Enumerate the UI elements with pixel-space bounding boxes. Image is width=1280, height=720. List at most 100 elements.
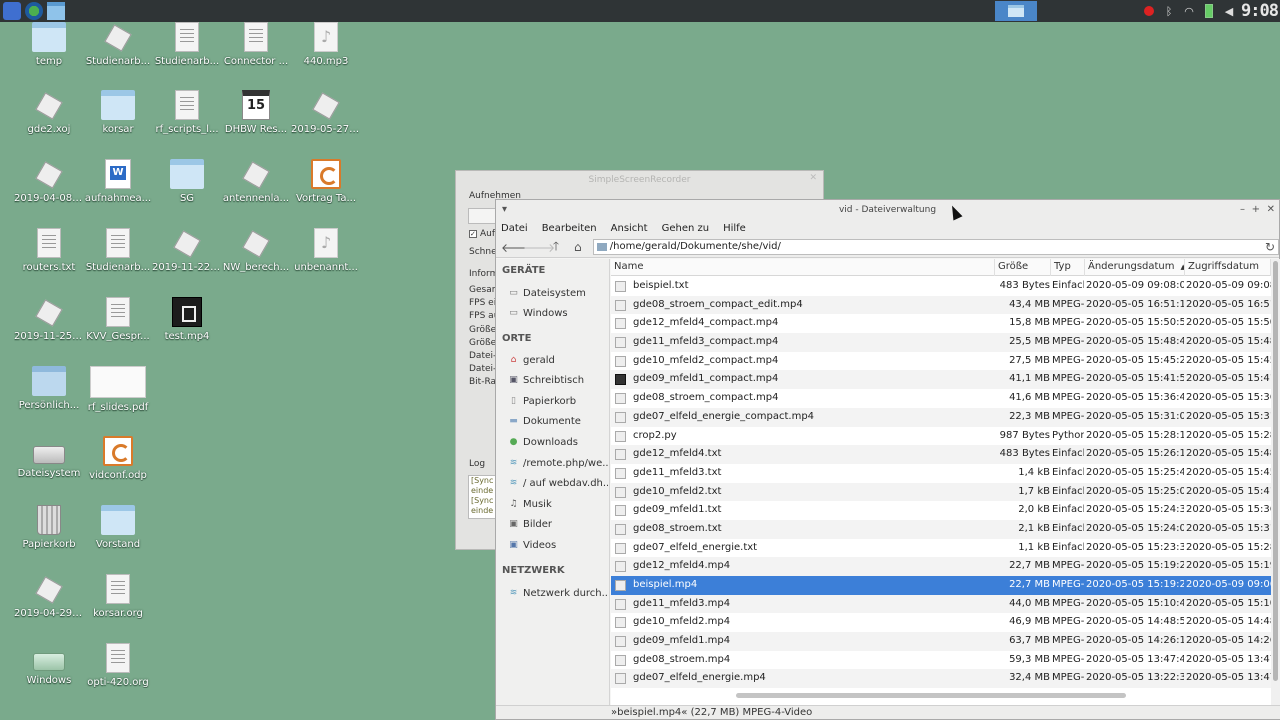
desktop-icon[interactable]: rf_scripts_l...	[152, 90, 222, 135]
desktop-icon[interactable]: Connector ...	[221, 22, 291, 67]
desktop-icon[interactable]: 2019-11-25-...	[14, 297, 84, 342]
file-row[interactable]: gde08_stroem.txt2,1 kBEinfach2020-05-05 …	[611, 519, 1271, 539]
sidebar-item[interactable]: ▭ Dateisystem	[508, 284, 608, 302]
column-accessed[interactable]: Zugriffsdatum	[1185, 259, 1271, 276]
desktop-icon[interactable]: Persönlich...	[14, 366, 84, 411]
file-row[interactable]: gde11_mfeld3_compact.mp4 25,5 MB MPEG- 2020…	[611, 333, 1271, 352]
horizontal-scrollbar[interactable]	[736, 693, 1126, 698]
close-icon[interactable]: ✕	[1267, 200, 1275, 220]
desktop-icon[interactable]: Dateisystem	[14, 436, 84, 479]
file-row[interactable]: gde09_mfeld1.mp4 63,7 MB MPEG- 2020-05-05 1…	[611, 632, 1271, 651]
file-list[interactable]: Name Größe Typ Änderungsdatum▲ Zugriffsd…	[611, 259, 1271, 708]
desktop-icon[interactable]: routers.txt	[14, 228, 84, 273]
file-row[interactable]: gde08_stroem.mp4 59,3 MB MPEG- 2020-05-05 1…	[611, 651, 1271, 670]
sidebar-item[interactable]: ● Downloads	[508, 433, 608, 451]
app-menu-icon[interactable]	[3, 2, 21, 20]
desktop-icon[interactable]: 2019-05-27-...	[291, 90, 361, 135]
desktop-icon[interactable]: NW_berech...	[221, 228, 291, 273]
sidebar-item[interactable]: ≋ /remote.php/we...	[508, 454, 608, 472]
menu-datei[interactable]: Datei	[501, 223, 528, 234]
desktop-icon[interactable]: 2019-11-22-...	[152, 228, 222, 273]
taskbar-file-manager-button[interactable]	[995, 1, 1037, 21]
clock[interactable]: 9:08	[1241, 0, 1279, 22]
desktop-icon[interactable]: opti-420.org	[83, 643, 153, 688]
desktop-icon[interactable]: temp	[14, 22, 84, 67]
desktop-icon[interactable]: Studienarb...	[83, 228, 153, 273]
file-row[interactable]: gde12_mfeld4_compact.mp4 15,8 MB MPEG- 2020…	[611, 314, 1271, 333]
file-row[interactable]: gde09_mfeld1_compact.mp4 41,1 MB MPEG- 2020…	[611, 370, 1271, 390]
desktop-icon[interactable]: korsar.org	[83, 574, 153, 619]
reload-icon[interactable]: ↻	[1265, 240, 1275, 254]
forward-arrow-icon[interactable]: 🡒	[523, 240, 555, 255]
desktop-icon[interactable]: test.mp4	[152, 297, 222, 342]
recorder-record-checkbox[interactable]: ✓ Auf	[469, 229, 495, 239]
file-row[interactable]: gde08_stroem_compact_edit.mp4 43,4 MB MPEG…	[611, 295, 1271, 315]
desktop-icon[interactable]: vidconf.odp	[83, 436, 153, 481]
desktop-icon[interactable]: antennenla...	[221, 159, 291, 204]
desktop-icon[interactable]: rf_slides.pdf	[83, 366, 153, 413]
file-manager-titlebar[interactable]: ▾ vid - Dateiverwaltung – + ✕	[496, 200, 1279, 220]
record-indicator-icon[interactable]	[1142, 2, 1156, 20]
sidebar-item[interactable]: ▭ Windows	[508, 305, 608, 323]
column-type[interactable]: Typ	[1051, 259, 1085, 276]
file-row[interactable]: gde12_mfeld4.txt483 BytesEinfach2020-05-…	[611, 445, 1271, 464]
sidebar-item[interactable]: ▣ Videos	[508, 536, 608, 554]
sidebar-item[interactable]: ♫ Musik	[508, 495, 608, 513]
file-row[interactable]: gde11_mfeld3.mp4 44,0 MB MPEG- 2020-05-05 1…	[611, 594, 1271, 614]
file-row[interactable]: beispiel.txt483 BytesEinfach2020-05-09 0…	[611, 277, 1271, 296]
home-icon[interactable]: ⌂	[567, 240, 589, 254]
desktop-icon[interactable]: Vortrag Ta...	[291, 159, 361, 204]
wifi-icon[interactable]: ◠	[1182, 2, 1196, 20]
up-arrow-icon[interactable]: 🡑	[545, 237, 567, 258]
file-row[interactable]: gde10_mfeld2_compact.mp4 27,5 MB MPEG- 2020…	[611, 352, 1271, 371]
menu-gehen-zu[interactable]: Gehen zu	[662, 223, 710, 234]
back-arrow-icon[interactable]: 🡐	[501, 240, 533, 255]
file-row[interactable]: beispiel.mp4 22,7 MB MPEG- 2020-05-05 15:19…	[611, 576, 1271, 595]
window-menu-icon[interactable]: ▾	[502, 200, 507, 220]
browser-launcher-icon[interactable]	[25, 2, 43, 20]
file-row[interactable]: gde07_elfeld_energie_compact.mp4 22,3 MB M…	[611, 407, 1271, 427]
desktop-icon[interactable]: Studienarb...	[152, 22, 222, 67]
file-manager-launcher-icon[interactable]	[47, 2, 65, 20]
column-size[interactable]: Größe	[995, 259, 1051, 276]
sidebar-item[interactable]: ▯ Papierkorb	[508, 392, 608, 410]
bluetooth-icon[interactable]: ᛒ	[1162, 2, 1176, 20]
sidebar-item[interactable]: ▣ Schreibtisch	[508, 372, 608, 390]
desktop-icon[interactable]: SG	[152, 159, 222, 204]
column-modified[interactable]: Änderungsdatum▲	[1085, 259, 1185, 276]
file-row[interactable]: gde09_mfeld1.txt2,0 kBEinfach2020-05-05 …	[611, 501, 1271, 520]
recorder-close-icon[interactable]: ✕	[809, 173, 817, 183]
desktop-icon[interactable]: Vorstand	[83, 505, 153, 550]
vertical-scrollbar[interactable]	[1271, 259, 1280, 708]
column-name[interactable]: Name	[611, 259, 995, 276]
file-row[interactable]: gde10_mfeld2.mp4 46,9 MB MPEG- 2020-05-05 1…	[611, 613, 1271, 632]
desktop-icon[interactable]: KVV_Gespr...	[83, 297, 153, 342]
location-bar[interactable]: /home/gerald/Dokumente/she/vid/	[592, 239, 1279, 255]
sidebar-item[interactable]: ≋ Netzwerk durch...	[508, 584, 608, 602]
battery-icon[interactable]	[1202, 2, 1216, 20]
vertical-scrollbar-thumb[interactable]	[1273, 261, 1278, 681]
desktop-icon[interactable]: 2019-04-29-...	[14, 574, 84, 619]
file-row[interactable]: gde07_elfeld_energie.mp4 32,4 MB MPEG- 2020…	[611, 669, 1271, 689]
desktop-icon[interactable]: korsar	[83, 90, 153, 135]
sidebar-item[interactable]: ▣ Bilder	[508, 516, 608, 534]
desktop-icon[interactable]: gde2.xoj	[14, 90, 84, 135]
minimize-icon[interactable]: –	[1240, 200, 1245, 220]
desktop-icon[interactable]: aufnahmea...	[83, 159, 153, 204]
menu-hilfe[interactable]: Hilfe	[723, 223, 746, 234]
file-row[interactable]: gde12_mfeld4.mp4 22,7 MB MPEG- 2020-05-05 1…	[611, 557, 1271, 576]
desktop-icon[interactable]: DHBW Res...	[221, 90, 291, 135]
file-row[interactable]: gde08_stroem_compact.mp4 41,6 MB MPEG- 2020…	[611, 389, 1271, 408]
file-row[interactable]: crop2.py 987 Bytes Python 2020-05-05 15:28:…	[611, 427, 1271, 446]
volume-icon[interactable]: ◀	[1222, 2, 1236, 20]
file-row[interactable]: gde10_mfeld2.txt1,7 kBEinfach2020-05-05 …	[611, 482, 1271, 502]
file-manager-window[interactable]: ▾ vid - Dateiverwaltung – + ✕ Datei Bear…	[495, 199, 1280, 720]
sidebar-item[interactable]: ≋ / auf webdav.dh...	[508, 475, 608, 493]
desktop-icon[interactable]: Windows	[14, 643, 84, 686]
menu-ansicht[interactable]: Ansicht	[611, 223, 648, 234]
desktop-icon[interactable]: 440.mp3	[291, 22, 361, 67]
sidebar-item[interactable]: ▬ Dokumente	[508, 413, 608, 431]
menu-bearbeiten[interactable]: Bearbeiten	[542, 223, 597, 234]
desktop-icon[interactable]: Papierkorb	[14, 505, 84, 550]
desktop-icon[interactable]: 2019-04-08-...	[14, 159, 84, 204]
